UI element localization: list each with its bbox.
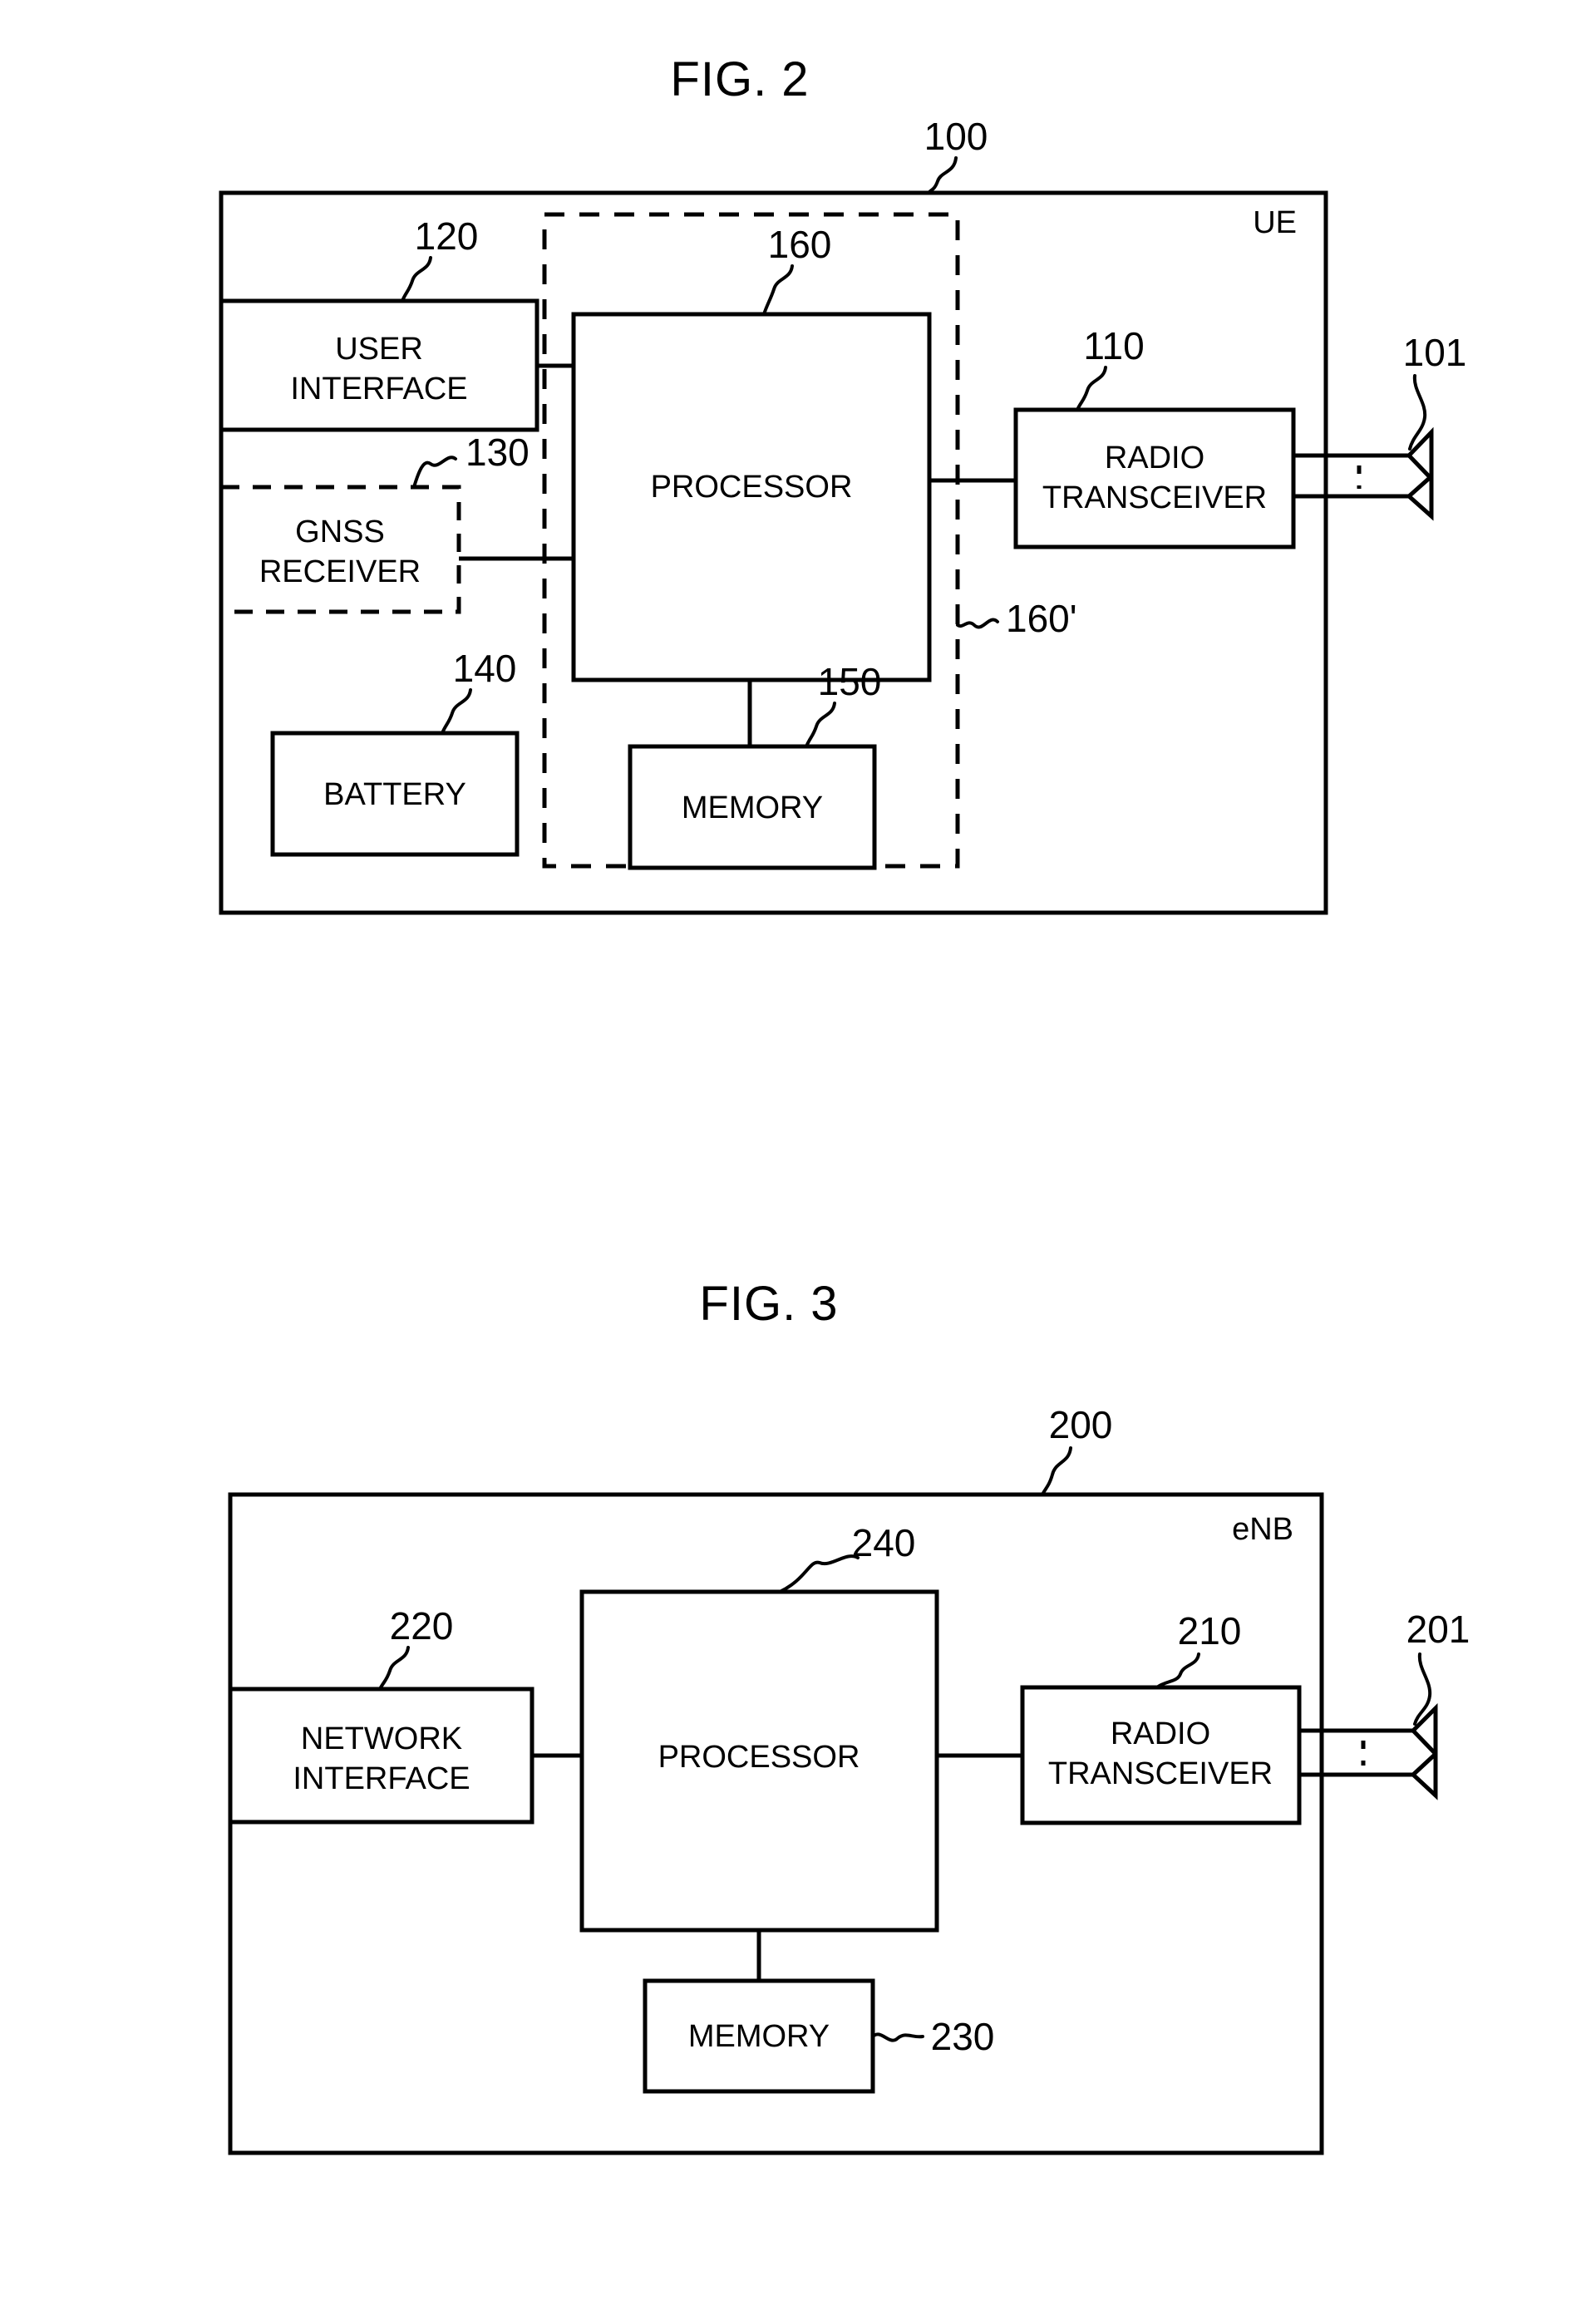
network-interface-label-line2: INTERFACE bbox=[293, 1761, 470, 1796]
ref-160prime-label: 160' bbox=[1006, 597, 1077, 640]
ref-150-label: 150 bbox=[818, 660, 882, 703]
ref-110-label: 110 bbox=[1083, 324, 1144, 367]
ref-230-label: 230 bbox=[931, 2015, 995, 2058]
ref-220-label: 220 bbox=[390, 1604, 454, 1647]
radio-transceiver-label-line2: TRANSCEIVER bbox=[1042, 480, 1267, 515]
ref-100-label: 100 bbox=[924, 115, 988, 158]
radio-transceiver-block bbox=[1020, 1685, 1302, 1825]
radio-transceiver-label-line2: TRANSCEIVER bbox=[1048, 1756, 1273, 1791]
gnss-receiver-label-line2: RECEIVER bbox=[259, 554, 421, 589]
memory-label: MEMORY bbox=[682, 790, 823, 825]
radio-transceiver-label-line1: RADIO bbox=[1105, 441, 1204, 475]
radio-transceiver-block bbox=[1013, 407, 1296, 549]
ref-140-label: 140 bbox=[453, 647, 517, 690]
ref-130-label: 130 bbox=[466, 431, 530, 474]
user-interface-label-line2: INTERFACE bbox=[290, 372, 467, 406]
ref-120-label: 120 bbox=[415, 214, 479, 258]
ref-200-label: 200 bbox=[1049, 1403, 1113, 1446]
processor-label: PROCESSOR bbox=[651, 470, 853, 505]
ref-201-label: 201 bbox=[1406, 1608, 1470, 1651]
network-interface-label-line1: NETWORK bbox=[301, 1721, 462, 1756]
ref-160-label: 160 bbox=[768, 223, 832, 266]
battery-label: BATTERY bbox=[323, 777, 466, 812]
ref-240-label: 240 bbox=[852, 1521, 916, 1564]
enb-corner-label: eNB bbox=[1232, 1512, 1293, 1547]
figure-3-title: FIG. 3 bbox=[699, 1277, 838, 1331]
ref-101-label: 101 bbox=[1403, 331, 1467, 374]
ue-corner-label: UE bbox=[1253, 205, 1297, 240]
gnss-receiver-label-line1: GNSS bbox=[295, 515, 385, 549]
user-interface-label-line1: USER bbox=[335, 332, 423, 367]
patent-drawing-sheet: FIG. 2 100 UE 160' USER INTERFACE 120 GN… bbox=[0, 0, 1596, 2300]
figure-2-title: FIG. 2 bbox=[670, 52, 809, 106]
memory-label: MEMORY bbox=[688, 2019, 830, 2054]
ref-210-label: 210 bbox=[1178, 1609, 1242, 1652]
processor-label: PROCESSOR bbox=[658, 1740, 860, 1775]
radio-transceiver-label-line1: RADIO bbox=[1111, 1716, 1210, 1751]
